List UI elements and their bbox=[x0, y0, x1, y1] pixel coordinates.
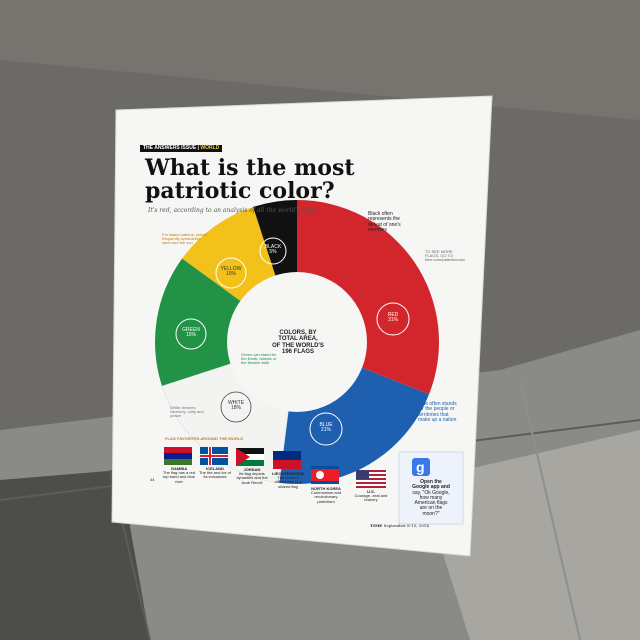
issue-date: September 8-15, 2014 bbox=[383, 523, 429, 528]
blue-annotation: Blue often stands for the people or terr… bbox=[418, 401, 457, 423]
white-wedge-label: WHITE 18% bbox=[223, 400, 249, 412]
red-pct: 31% bbox=[387, 317, 398, 324]
yellow-pct: 10% bbox=[225, 271, 236, 278]
flag-caption-gambia: GAMBIA The flag has a red top band and b… bbox=[162, 466, 196, 484]
subtitle: It's red, according to an analysis of al… bbox=[148, 207, 317, 214]
flag-desc: Its flag depicts dynasties and the Arab … bbox=[236, 471, 268, 485]
magazine-name: TIME bbox=[370, 523, 383, 528]
flag-gambia-blue bbox=[164, 453, 192, 459]
title-line-1: What is the most bbox=[145, 155, 355, 181]
page-number: 44 bbox=[150, 477, 155, 482]
google-line: moon?" bbox=[422, 510, 440, 517]
flag-desc: Courage, zeal and bravery bbox=[354, 493, 388, 503]
section-tag: THE ANSWERS ISSUE bbox=[143, 145, 197, 151]
section-tag-bar: THE ANSWERS ISSUE | WORLD bbox=[140, 145, 223, 153]
green-annotation: Green can stand for the Earth, Islamic o… bbox=[241, 352, 277, 366]
yellow-wedge-label: YELLOW 10% bbox=[218, 266, 244, 278]
title-line-2: patriotic color? bbox=[145, 178, 335, 205]
black-pct: 5% bbox=[269, 249, 277, 256]
flag-caption-north-korea: NORTH KOREA Communism and revolutionary … bbox=[306, 486, 346, 504]
flag-liechtenstein-red bbox=[273, 460, 301, 469]
flag-desc: The fire and ice of its volcanoes bbox=[198, 470, 232, 480]
blue-wedge-label: BLUE 21% bbox=[313, 422, 339, 434]
black-annotation: Black often represents the defeat of one… bbox=[368, 211, 401, 233]
flag-caption-liechtenstein: LIECHTENSTEIN The crown's differences in… bbox=[268, 471, 308, 489]
section-world: WORLD bbox=[200, 145, 220, 151]
white-pct: 18% bbox=[230, 405, 241, 412]
flag-desc: Communism and revolutionary patriotism bbox=[310, 490, 342, 504]
white-annotation: White denotes harmony, unity and peace bbox=[170, 405, 204, 419]
page-title: What is the most patriotic color? bbox=[145, 155, 355, 205]
flag-desc: The flag has a red top band and blue riv… bbox=[162, 470, 196, 484]
green-pct: 15% bbox=[185, 332, 196, 339]
center-label-line: OF THE WORLD'S bbox=[272, 342, 324, 349]
flag-north-korea-disc bbox=[316, 471, 324, 479]
see-more-note: TO SEE MORE FLAGS, GO TO time.com/patrio… bbox=[425, 249, 466, 263]
flag-caption-jordan: JORDAN Its flag depicts dynasties and th… bbox=[234, 467, 270, 485]
red-wedge-label: RED 31% bbox=[380, 312, 406, 324]
flag-north-korea-red bbox=[311, 469, 339, 481]
google-box-text: Open the Google app and say, "Ok Google,… bbox=[404, 479, 458, 517]
flag-gambia-green bbox=[164, 459, 192, 465]
flag-iceland-red-h bbox=[200, 455, 228, 457]
flag-desc: The crown's differences in a shared flag bbox=[274, 475, 302, 489]
footer-credit: TIME September 8-15, 2014 bbox=[370, 523, 429, 528]
green-wedge-label: GREEN 15% bbox=[178, 327, 204, 339]
google-g-glyph: g bbox=[416, 459, 425, 475]
photo-scene: g bbox=[0, 0, 640, 640]
flag-caption-us: U.S. Courage, zeal and bravery bbox=[352, 489, 390, 503]
flags-heading: FLAG FAVORITES AROUND THE WORLD bbox=[165, 436, 244, 441]
flag-caption-iceland: ICELAND The fire and ice of its volcanoe… bbox=[198, 466, 232, 480]
blue-pct: 21% bbox=[320, 427, 331, 434]
flag-us-canton bbox=[356, 470, 369, 479]
black-wedge-label: BLACK 5% bbox=[262, 244, 284, 256]
yellow-annotation: For island nations, yellow frequently sy… bbox=[162, 232, 207, 246]
flag-liechtenstein bbox=[273, 451, 301, 460]
